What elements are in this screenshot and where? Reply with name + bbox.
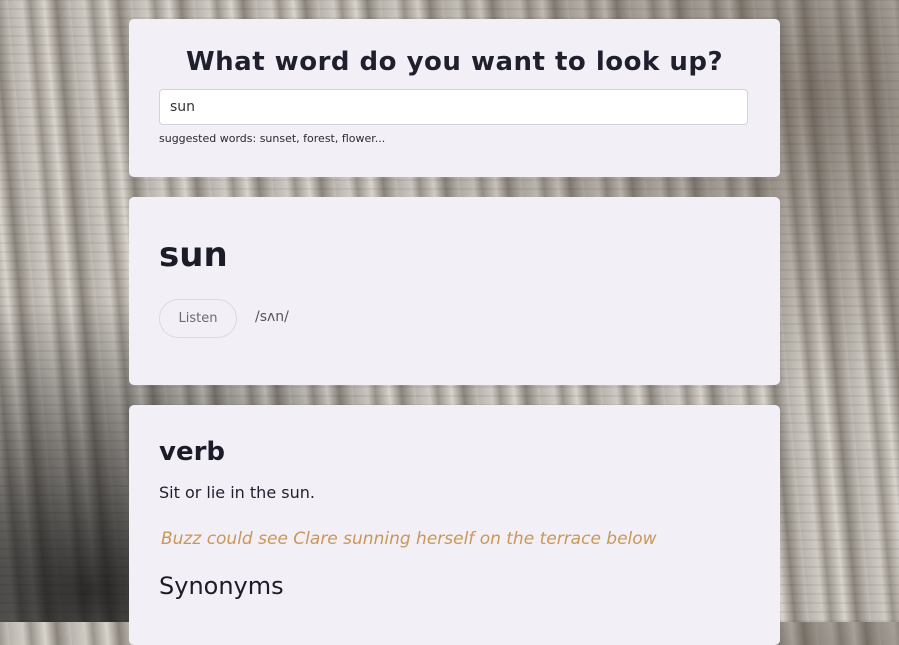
- definition-text: Sit or lie in the sun.: [159, 483, 315, 502]
- listen-button[interactable]: Listen: [159, 299, 237, 338]
- word-card: sun Listen /sʌn/: [129, 197, 780, 385]
- suggested-words: suggested words: sunset, forest, flower.…: [159, 132, 386, 145]
- search-input[interactable]: [159, 89, 748, 125]
- search-heading: What word do you want to look up?: [185, 47, 724, 77]
- synonyms-heading: Synonyms: [159, 572, 284, 600]
- phonetic-text: /sʌn/: [255, 309, 289, 325]
- word-title: sun: [159, 235, 228, 275]
- meaning-card: verb Sit or lie in the sun. Buzz could s…: [129, 405, 780, 645]
- example-sentence: Buzz could see Clare sunning herself on …: [161, 529, 657, 549]
- part-of-speech: verb: [159, 437, 226, 467]
- search-card: What word do you want to look up? sugges…: [129, 19, 780, 177]
